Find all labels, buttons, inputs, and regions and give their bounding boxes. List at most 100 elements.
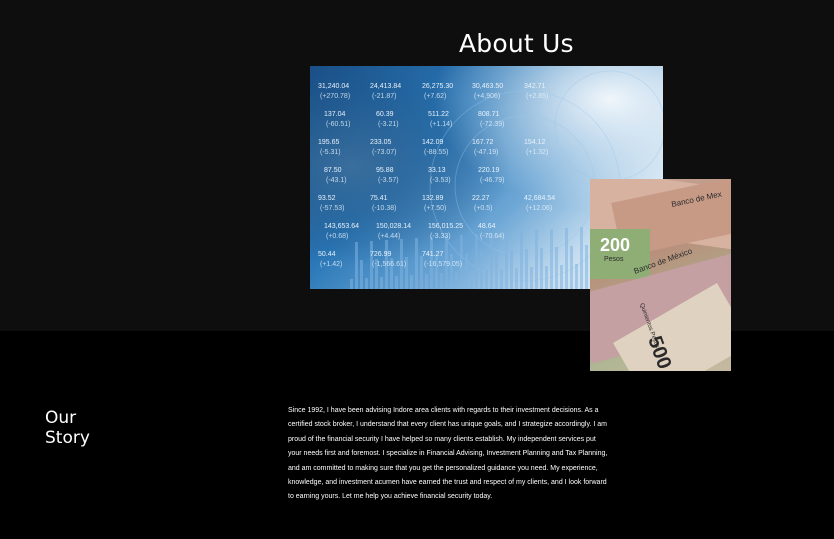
ticker-value: 156,015.25 — [428, 223, 463, 230]
ticker-change: (-46.79) — [480, 177, 505, 184]
ticker-value: 233.05 — [370, 139, 392, 146]
story-heading-line2: Story — [45, 428, 90, 448]
chart-bar-decoration — [380, 277, 383, 289]
chart-bar-decoration — [565, 228, 568, 289]
ticker-value: 22.27 — [472, 195, 490, 202]
ticker-value: 342.71 — [524, 83, 546, 90]
chart-bar-decoration — [365, 278, 368, 289]
chart-bar-decoration — [475, 234, 478, 289]
chart-bar-decoration — [545, 266, 548, 289]
ticker-change: (+2.85) — [526, 93, 548, 100]
ticker-value: 511.22 — [428, 111, 449, 118]
ticker-value: 150,028.14 — [376, 223, 411, 230]
chart-bar-decoration — [525, 249, 528, 289]
ticker-change: (-3.57) — [378, 177, 399, 184]
ticker-change: (+1.14) — [430, 121, 452, 128]
chart-bar-decoration — [570, 246, 573, 289]
ticker-value: 42,684.54 — [524, 195, 555, 202]
story-body: Since 1992, I have been advising Indore … — [288, 407, 608, 501]
ticker-change: (-10.38) — [372, 205, 397, 212]
ticker-value: 31,240.04 — [318, 83, 349, 90]
chart-bar-decoration — [425, 274, 428, 289]
ticker-value: 142.09 — [422, 139, 444, 146]
chart-bar-decoration — [515, 268, 518, 289]
ticker-value: 741.27 — [422, 251, 444, 258]
ticker-change: (-1,566.61) — [372, 261, 406, 268]
ticker-change: (-57.53) — [320, 205, 345, 212]
ticker-change: (-3.33) — [430, 233, 451, 240]
chart-bar-decoration — [470, 271, 473, 289]
page-title: About Us — [459, 28, 574, 58]
note-label-pesos: Pesos — [604, 256, 624, 263]
ticker-value: 143,653.64 — [324, 223, 359, 230]
chart-bar-decoration — [450, 254, 453, 289]
chart-bar-decoration — [485, 270, 488, 289]
ticker-change: (+4.44) — [378, 233, 400, 240]
ticker-change: (+7.62) — [424, 93, 446, 100]
ticker-change: (+0.5) — [474, 205, 492, 212]
ticker-change: (-88.55) — [424, 149, 449, 156]
chart-bar-decoration — [540, 248, 543, 289]
ticker-change: (-16,579.05) — [424, 261, 462, 268]
chart-bar-decoration — [465, 253, 468, 289]
chart-bar-decoration — [355, 242, 358, 289]
ticker-change: (-73.07) — [372, 149, 397, 156]
ticker-change: (+270.78) — [320, 93, 350, 100]
ticker-change: (+4,906) — [474, 93, 500, 100]
ticker-change: (-60.51) — [326, 121, 351, 128]
ticker-change: (+0.68) — [326, 233, 348, 240]
note-value-200: 200 — [600, 235, 630, 255]
chart-bar-decoration — [585, 245, 588, 289]
ticker-value: 30,463.50 — [472, 83, 503, 90]
ticker-change: (+7.50) — [424, 205, 446, 212]
ticker-value: 75.41 — [370, 195, 388, 202]
ticker-change: (+1.32) — [526, 149, 548, 156]
ticker-value: 95.88 — [376, 167, 394, 174]
chart-bar-decoration — [480, 252, 483, 289]
ticker-value: 48.64 — [478, 223, 496, 230]
story-heading: Our Story — [45, 408, 165, 448]
chart-bar-decoration — [560, 265, 563, 289]
ticker-value: 93.52 — [318, 195, 336, 202]
ticker-value: 167.72 — [472, 139, 494, 146]
ticker-change: (-47.19) — [474, 149, 499, 156]
chart-bar-decoration — [520, 231, 523, 289]
chart-bar-decoration — [500, 269, 503, 289]
chart-bar-decoration — [535, 230, 538, 289]
chart-bar-decoration — [440, 273, 443, 289]
ticker-change: (-43.1) — [326, 177, 347, 184]
ticker-value: 726.99 — [370, 251, 392, 258]
chart-bar-decoration — [415, 238, 418, 289]
chart-bar-decoration — [505, 232, 508, 289]
ticker-change: (+1.42) — [320, 261, 342, 268]
ticker-change: (-21.87) — [372, 93, 397, 100]
chart-bar-decoration — [410, 275, 413, 289]
chart-bar-decoration — [395, 276, 398, 289]
ticker-value: 808.71 — [478, 111, 500, 118]
ticker-value: 87.50 — [324, 167, 342, 174]
chart-bar-decoration — [555, 247, 558, 289]
chart-bar-decoration — [575, 264, 578, 289]
chart-bar-decoration — [580, 227, 583, 289]
chart-bar-decoration — [350, 279, 353, 289]
story-heading-line1: Our — [45, 408, 77, 428]
chart-bar-decoration — [490, 233, 493, 289]
ticker-change: (-72.39) — [480, 121, 505, 128]
ticker-change: (-5.31) — [320, 149, 341, 156]
chart-bar-decoration — [420, 256, 423, 289]
ticker-value: 24,413.84 — [370, 83, 401, 90]
chart-bar-decoration — [495, 251, 498, 289]
chart-bar-decoration — [550, 229, 553, 289]
chart-bar-decoration — [455, 272, 458, 289]
chart-bar-decoration — [510, 250, 513, 289]
banknotes-image: 200 Pesos Banco de México Banco de Mex 5… — [590, 179, 731, 371]
ticker-value: 50.44 — [318, 251, 336, 258]
ticker-change: (-3.53) — [430, 177, 451, 184]
ticker-value: 137.04 — [324, 111, 346, 118]
ticker-value: 220.19 — [478, 167, 500, 174]
banknotes-graphic: 200 Pesos Banco de México Banco de Mex 5… — [590, 179, 731, 371]
ticker-change: (-3.21) — [378, 121, 399, 128]
chart-bar-decoration — [530, 267, 533, 289]
ticker-change: (-70.64) — [480, 233, 505, 240]
ticker-change: (+12.06) — [526, 205, 552, 212]
